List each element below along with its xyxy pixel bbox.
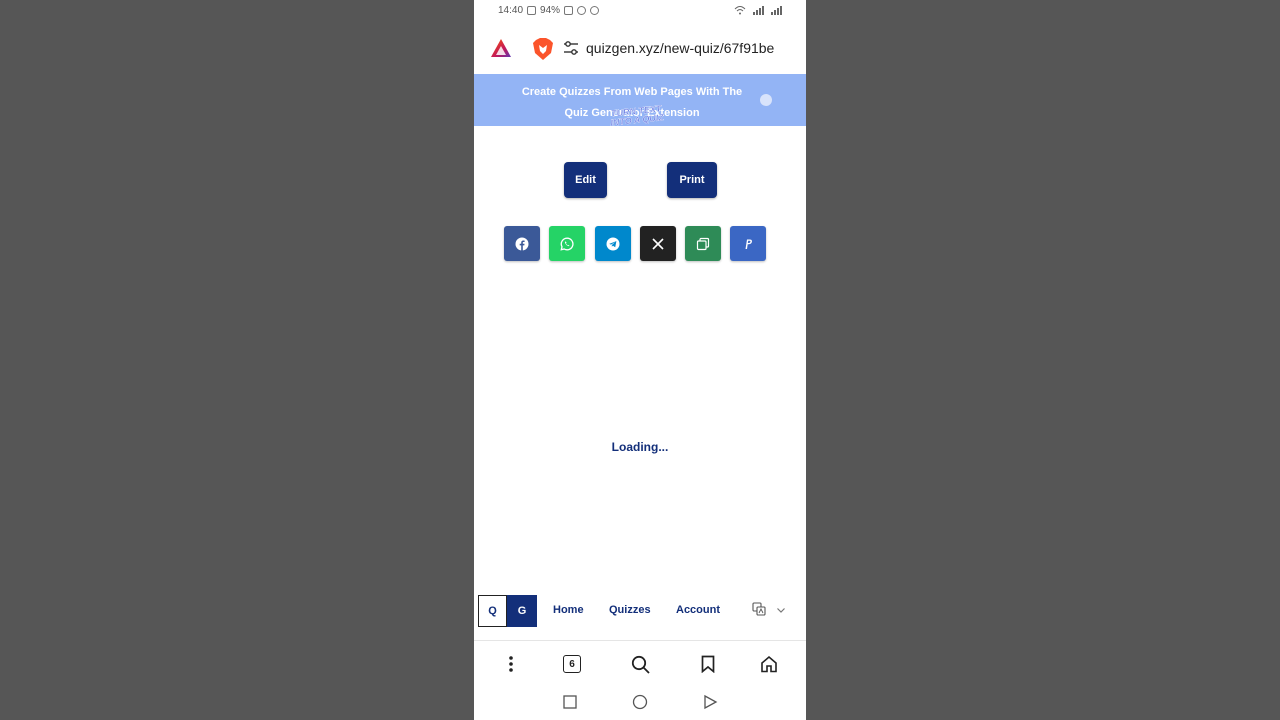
tabs-icon[interactable]: 6 — [562, 654, 582, 674]
brave-rewards-icon[interactable] — [490, 38, 512, 58]
back-icon[interactable] — [702, 694, 718, 710]
signal-icon-1 — [753, 6, 764, 15]
paypal-icon — [745, 239, 752, 249]
browser-url-bar: quizgen.xyz/new-quiz/67f91be — [474, 26, 806, 70]
whatsapp-icon — [560, 237, 574, 251]
share-telegram-button[interactable] — [595, 226, 631, 261]
nav-home-link[interactable]: Home — [553, 604, 584, 616]
share-facebook-button[interactable] — [504, 226, 540, 261]
brave-shields-icon[interactable] — [532, 37, 554, 61]
share-x-button[interactable] — [640, 226, 676, 261]
chevron-down-icon[interactable] — [776, 605, 786, 615]
bookmark-icon[interactable] — [698, 654, 718, 674]
logo-q[interactable]: Q — [478, 595, 507, 627]
telegram-icon — [606, 237, 620, 250]
notification-icon — [527, 6, 537, 15]
print-button[interactable]: Print — [667, 162, 717, 198]
banner-sticker: TURN TEXT INTO A QUIZ — [605, 103, 669, 134]
search-icon[interactable] — [630, 654, 650, 674]
url-field[interactable]: quizgen.xyz/new-quiz/67f91be — [586, 40, 796, 58]
loading-text: Loading... — [611, 440, 669, 454]
phone-screen: 14:40 94% quizgen.xyz/new-quiz/67f91be C… — [474, 0, 806, 720]
facebook-icon — [515, 237, 529, 250]
menu-dots-icon[interactable] — [501, 654, 521, 674]
banner-close-icon[interactable] — [760, 94, 772, 106]
copy-icon — [696, 237, 710, 250]
home-circle-icon[interactable] — [632, 694, 648, 710]
extension-banner[interactable]: Create Quizzes From Web Pages With The Q… — [474, 74, 806, 128]
share-copy-button[interactable] — [685, 226, 721, 261]
vibrate-icon — [564, 6, 574, 15]
status-bar: 14:40 94% — [474, 0, 806, 24]
share-whatsapp-button[interactable] — [549, 226, 585, 261]
share-paypal-button[interactable] — [730, 226, 766, 261]
status-time: 14:40 — [498, 5, 524, 16]
nav-account-link[interactable]: Account — [676, 604, 720, 616]
system-navigation-bar — [474, 688, 806, 720]
browser-toolbar: 6 — [474, 640, 806, 686]
translate-icon[interactable] — [752, 602, 766, 616]
sync-icon — [590, 6, 600, 15]
site-navigation: Q G Home Quizzes Account — [474, 594, 806, 630]
alarm-icon — [577, 6, 587, 15]
site-settings-icon[interactable] — [563, 40, 579, 56]
logo-g[interactable]: G — [507, 595, 537, 627]
nav-quizzes-link[interactable]: Quizzes — [609, 604, 651, 616]
edit-button[interactable]: Edit — [564, 162, 607, 198]
wifi-icon — [734, 6, 746, 15]
home-icon[interactable] — [759, 654, 779, 674]
battery-percent: 94% — [540, 5, 561, 16]
signal-icon-2 — [771, 6, 782, 15]
tab-count: 6 — [563, 655, 581, 673]
recent-apps-icon[interactable] — [562, 694, 578, 710]
x-icon — [652, 237, 664, 250]
